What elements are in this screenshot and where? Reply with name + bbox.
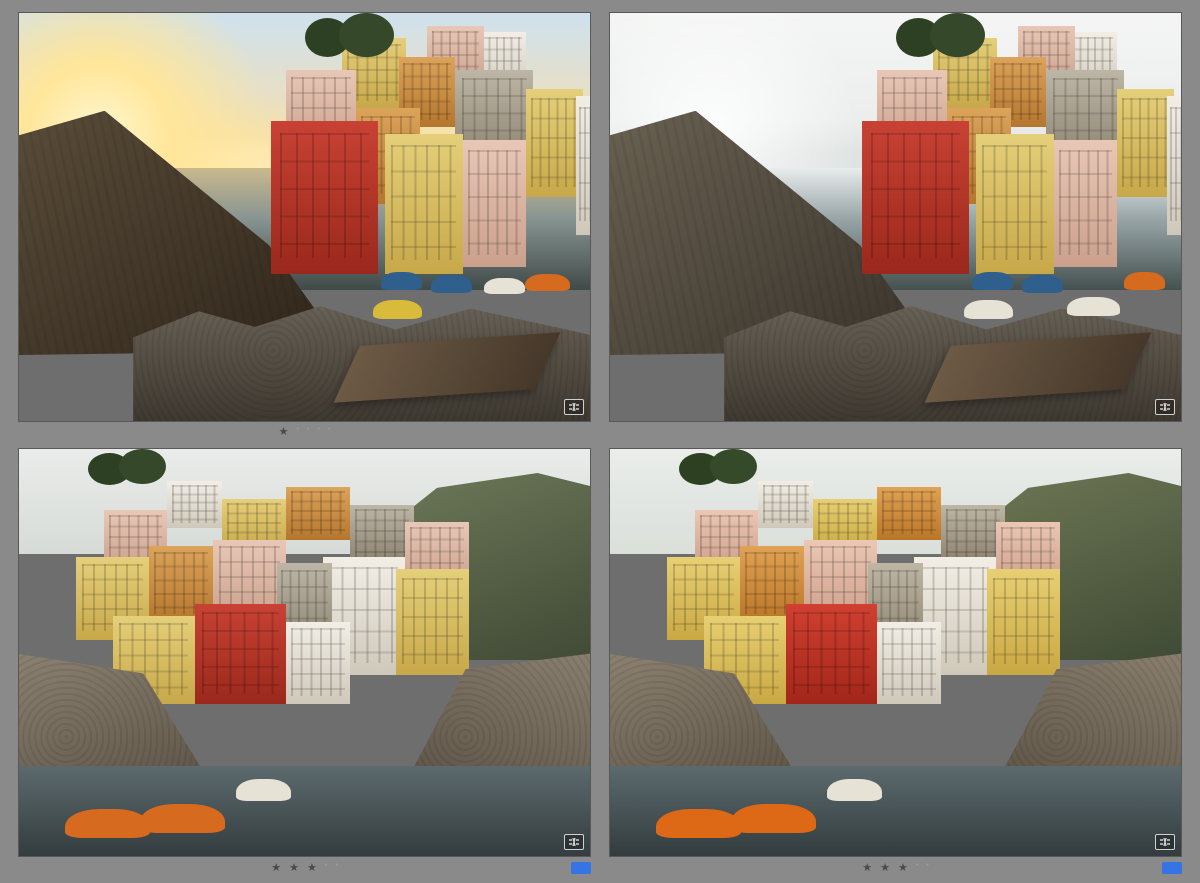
grid-cell-4: ★ ★ ★ • • — [609, 448, 1182, 880]
grid-cell-1: ★ • • • • — [18, 12, 591, 444]
star-filled-icon: ★ — [271, 863, 281, 874]
color-flag[interactable] — [1162, 862, 1182, 874]
star-filled-icon: ★ — [898, 863, 908, 874]
thumbnail[interactable] — [18, 12, 591, 422]
photo-scene — [19, 13, 590, 421]
star-empty-icon: • — [328, 426, 330, 437]
compare-badge-icon[interactable] — [1155, 834, 1175, 850]
star-empty-icon: • — [335, 862, 337, 873]
boats — [656, 799, 907, 848]
compare-badge-icon[interactable] — [564, 399, 584, 415]
star-empty-icon: • — [926, 862, 928, 873]
color-flag[interactable] — [571, 862, 591, 874]
star-empty-icon: • — [317, 426, 319, 437]
star-filled-icon: ★ — [880, 863, 890, 874]
thumbnail[interactable] — [609, 12, 1182, 422]
star-rating[interactable]: ★ ★ ★ • • — [271, 863, 338, 874]
compare-badge-icon[interactable] — [564, 834, 584, 850]
boats — [373, 258, 579, 331]
grid-cell-3: ★ ★ ★ • • — [18, 448, 591, 880]
pine-tree — [305, 13, 396, 62]
thumbnail-footer — [609, 422, 1182, 444]
thumbnail-footer: ★ ★ ★ • • — [609, 857, 1182, 879]
grid-cell-2 — [609, 12, 1182, 444]
thumbnail[interactable] — [609, 448, 1182, 858]
star-filled-icon: ★ — [279, 427, 289, 438]
pine-tree — [88, 449, 168, 490]
star-rating[interactable]: ★ • • • • — [279, 427, 331, 438]
star-empty-icon: • — [916, 862, 918, 873]
star-rating[interactable]: ★ ★ ★ • • — [862, 863, 929, 874]
boats — [65, 799, 316, 848]
star-filled-icon: ★ — [289, 863, 299, 874]
pine-tree — [896, 13, 987, 62]
boats — [964, 258, 1170, 331]
photo-scene — [19, 449, 590, 857]
survey-grid: ★ • • • • — [0, 0, 1200, 883]
star-filled-icon: ★ — [307, 863, 317, 874]
compare-badge-icon[interactable] — [1155, 399, 1175, 415]
pine-tree — [679, 449, 759, 490]
star-empty-icon: • — [325, 862, 327, 873]
thumbnail-footer: ★ • • • • — [18, 422, 591, 444]
star-filled-icon: ★ — [862, 863, 872, 874]
photo-scene — [610, 13, 1181, 421]
photo-scene — [610, 449, 1181, 857]
star-empty-icon: • — [297, 426, 299, 437]
thumbnail-footer: ★ ★ ★ • • — [18, 857, 591, 879]
thumbnail[interactable] — [18, 448, 591, 858]
star-empty-icon: • — [307, 426, 309, 437]
